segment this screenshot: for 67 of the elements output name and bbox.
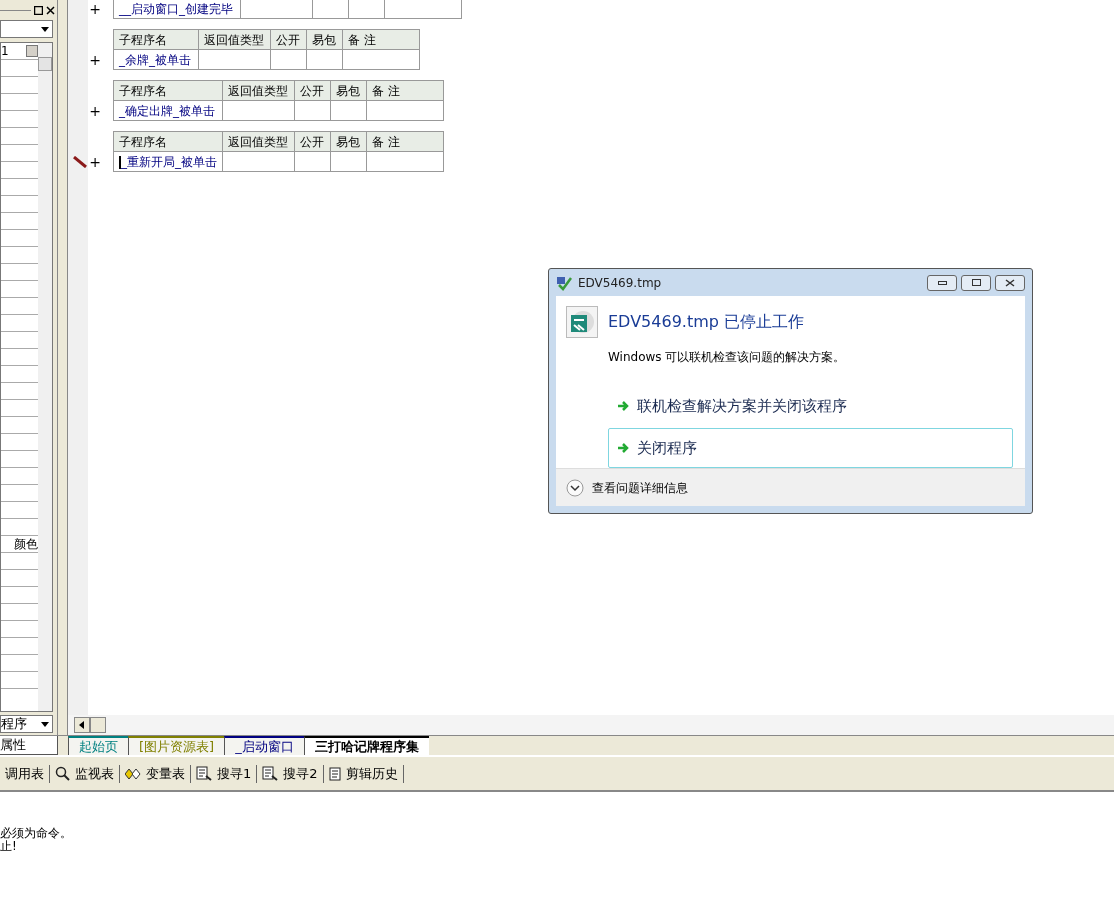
column-header: 子程序名: [113, 131, 223, 152]
command-link[interactable]: 关闭程序: [608, 428, 1013, 468]
column-header: 公开: [270, 29, 307, 50]
column-header: 易包: [330, 80, 367, 101]
minimize-button[interactable]: [927, 274, 957, 291]
output-line: 止!: [0, 840, 18, 853]
close-icon: [1005, 278, 1015, 287]
editor-tab[interactable]: 三打哈记牌程序集: [303, 736, 429, 755]
left-arrow-icon: [79, 721, 85, 729]
maximize-button[interactable]: [961, 274, 991, 291]
toolbar-label[interactable]: 剪辑历史: [345, 763, 398, 784]
object-dropdown[interactable]: [0, 20, 53, 38]
program-dropdown[interactable]: 程序: [0, 715, 53, 733]
toolbar-label[interactable]: 搜寻2: [283, 763, 318, 784]
subroutine-name-cell[interactable]: __启动窗口_创建完毕: [113, 0, 241, 19]
arrow-icon: [617, 400, 629, 412]
column-header: 子程序名: [113, 29, 199, 50]
toolbar-label[interactable]: 变量表: [146, 763, 185, 784]
subroutine-name-cell[interactable]: _重新开局_被单击: [113, 151, 223, 172]
document-icon: [328, 766, 341, 781]
document-search-icon: [262, 766, 279, 781]
expand-toggle[interactable]: +: [89, 53, 101, 67]
command-link[interactable]: 联机检查解决方案并关闭该程序: [608, 386, 1013, 426]
pencil-icon: [73, 156, 88, 168]
column-header: 返回值类型: [198, 29, 271, 50]
editor-tab[interactable]: 起始页: [68, 736, 128, 755]
toolbar-label[interactable]: 监视表: [75, 763, 114, 784]
gear-app-icon: [566, 306, 598, 338]
editor-tab[interactable]: _启动窗口: [224, 736, 304, 755]
dialog-message: Windows 可以联机检查该问题的解决方案。: [608, 349, 847, 366]
close-icon[interactable]: [46, 5, 55, 15]
output-line: 必须为命令。: [0, 827, 73, 840]
column-header: 返回值类型: [222, 131, 295, 152]
column-header: 返回值类型: [222, 80, 295, 101]
window-title: EDV5469.tmp: [578, 274, 662, 292]
toolbar-label[interactable]: 搜寻1: [217, 763, 252, 784]
ellipsis-button[interactable]: [26, 45, 38, 57]
column-header: 易包: [330, 131, 367, 152]
properties-tab[interactable]: 属性: [0, 736, 58, 755]
subroutine-name-cell[interactable]: _余牌_被单击: [113, 49, 199, 70]
column-header: 公开: [294, 131, 331, 152]
expand-chevron-icon[interactable]: [566, 478, 584, 497]
column-header: 易包: [306, 29, 343, 50]
app-icon: [556, 274, 572, 291]
expand-toggle[interactable]: +: [89, 155, 101, 169]
toolbar-label[interactable]: 调用表: [5, 763, 44, 784]
property-label: 颜色: [14, 536, 38, 553]
maximize-icon[interactable]: [34, 5, 43, 15]
document-search-icon: [196, 766, 212, 781]
arrow-icon: [617, 442, 629, 454]
column-header: 备 注: [366, 80, 444, 101]
dialog-heading: EDV5469.tmp 已停止工作: [608, 311, 804, 333]
diamonds-icon: [125, 767, 141, 780]
column-header: 公开: [294, 80, 331, 101]
scrollbar-thumb[interactable]: [38, 57, 52, 71]
column-header: 备 注: [366, 131, 444, 152]
column-header: 备 注: [342, 29, 420, 50]
subroutine-name-cell[interactable]: _确定出牌_被单击: [113, 100, 223, 121]
details-toggle[interactable]: 查看问题详细信息: [592, 478, 688, 497]
scroll-left-button[interactable]: [74, 717, 90, 733]
expand-toggle[interactable]: +: [89, 2, 101, 16]
close-button[interactable]: [995, 274, 1025, 291]
column-header: 子程序名: [113, 80, 223, 101]
expand-toggle[interactable]: +: [89, 104, 101, 118]
editor-tab[interactable]: [图片资源表]: [128, 736, 225, 755]
property-value: 1: [1, 43, 9, 60]
magnifier-icon: [55, 766, 70, 781]
